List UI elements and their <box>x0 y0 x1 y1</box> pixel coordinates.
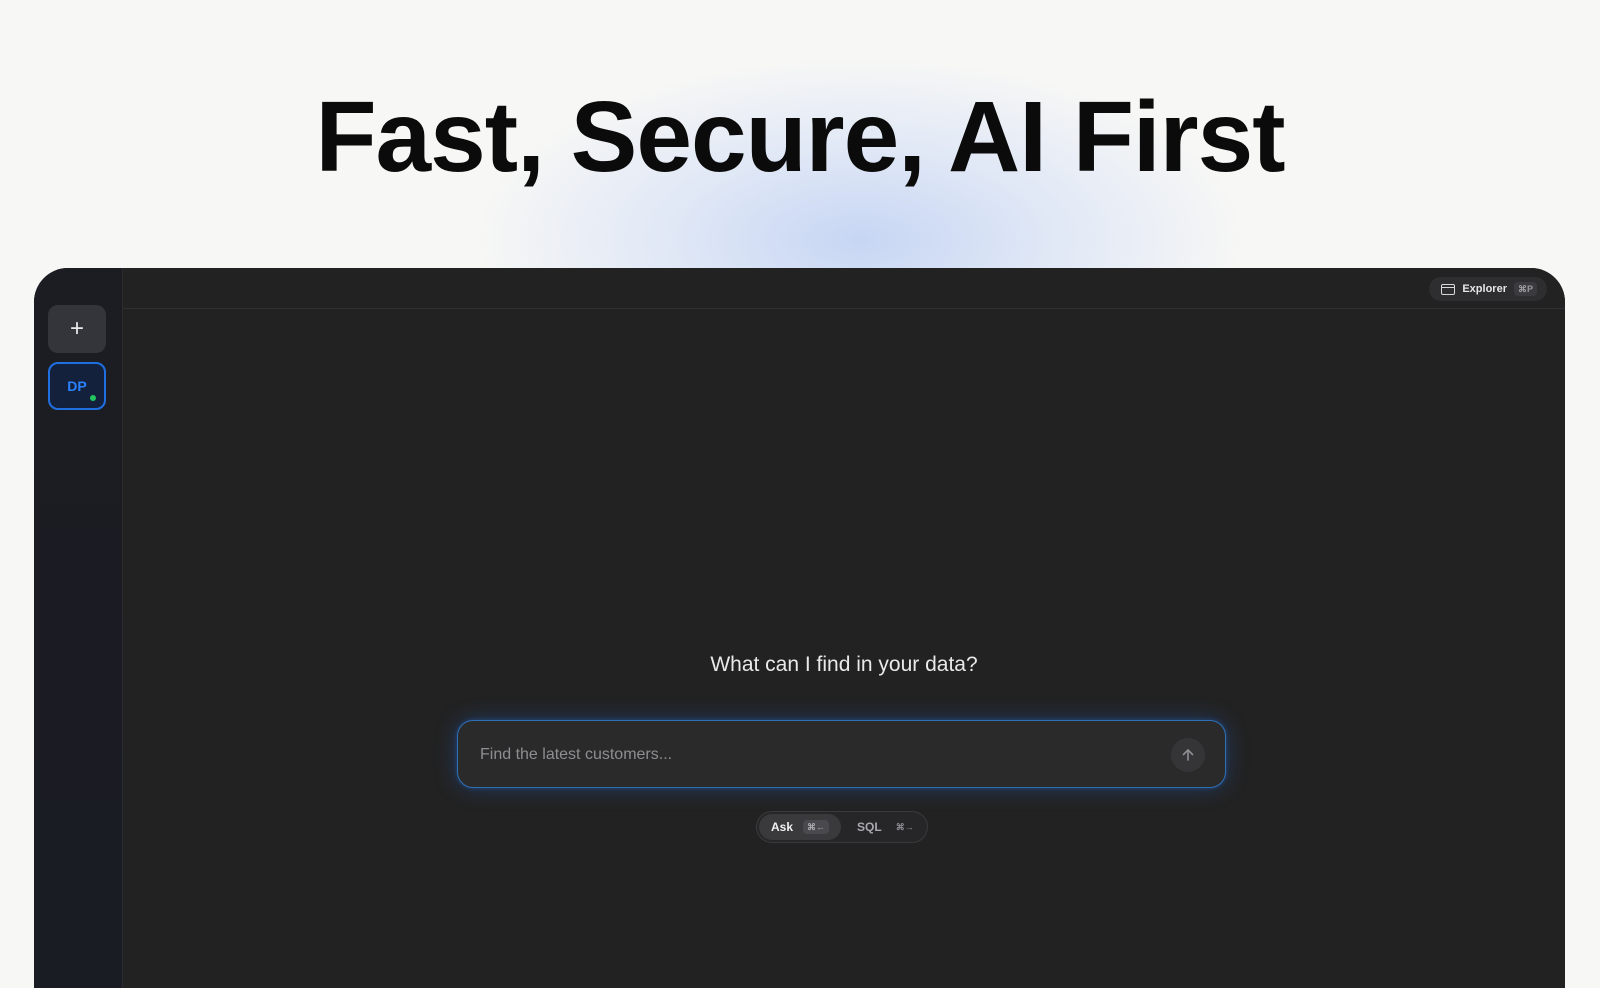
main-panel: Explorer ⌘P What can I find in your data… <box>122 268 1565 988</box>
tab-sql-shortcut: ⌘→ <box>895 822 914 832</box>
window-icon <box>1441 283 1456 295</box>
app-window: + DP Explorer ⌘P What can I find in your… <box>34 268 1565 988</box>
connection-initials: DP <box>67 378 87 394</box>
connection-item-dp[interactable]: DP <box>48 362 106 410</box>
plus-icon: + <box>69 315 84 342</box>
tab-ask-label: Ask <box>771 820 794 834</box>
search-input[interactable] <box>478 721 1132 788</box>
arrow-up-icon <box>1182 749 1194 761</box>
tab-ask[interactable]: Ask ⌘← <box>759 814 842 840</box>
mode-toggle: Ask ⌘← SQL ⌘→ <box>756 811 928 843</box>
new-connection-button[interactable]: + <box>48 305 106 353</box>
explorer-label: Explorer <box>1462 283 1507 295</box>
search-box <box>457 720 1226 788</box>
tab-sql-label: SQL <box>857 820 882 834</box>
explorer-button[interactable]: Explorer ⌘P <box>1429 277 1547 301</box>
tab-sql[interactable]: SQL ⌘→ <box>845 814 930 840</box>
top-bar: Explorer ⌘P <box>123 268 1565 309</box>
hero-title: Fast, Secure, AI First <box>315 81 1285 193</box>
sidebar-rail: + DP <box>34 268 122 988</box>
explorer-shortcut: ⌘P <box>1513 282 1537 296</box>
tab-ask-shortcut: ⌘← <box>803 820 830 834</box>
connection-status-dot <box>90 395 96 401</box>
send-button[interactable] <box>1171 738 1205 772</box>
prompt-heading: What can I find in your data? <box>710 653 978 676</box>
